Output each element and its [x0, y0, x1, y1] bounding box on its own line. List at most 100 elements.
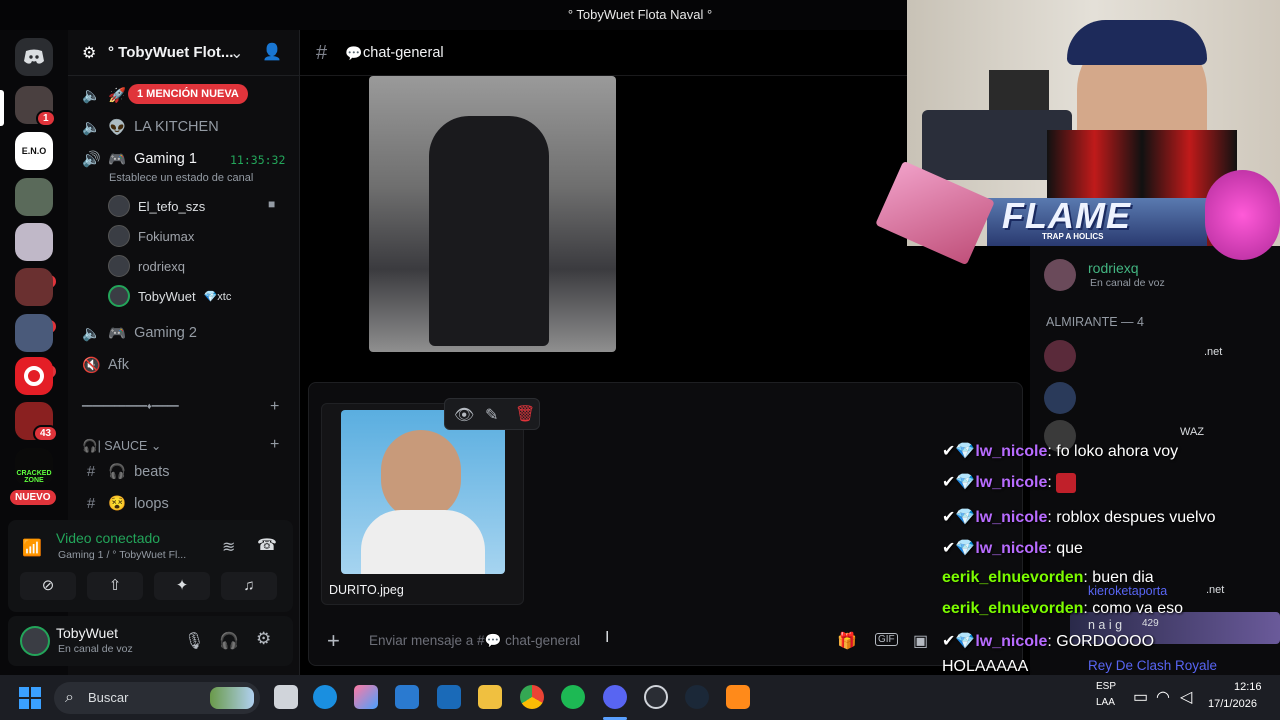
add-attachment-icon[interactable]: + [327, 628, 340, 654]
image-attachment[interactable] [369, 76, 616, 352]
avatar[interactable] [20, 626, 50, 656]
member-name[interactable]: Rey De Clash Royale [1088, 658, 1217, 673]
taskbar-search[interactable]: ⌕ Buscar [54, 682, 260, 714]
pending-attachment[interactable]: 👁 ✎ 🗑 DURITO.jpeg [321, 398, 540, 605]
eye-icon[interactable]: 👁 [454, 405, 474, 425]
avatar[interactable] [1044, 382, 1076, 414]
avatar[interactable] [1044, 259, 1076, 291]
gamepad-icon: 🎮 [108, 325, 127, 342]
pencil-icon[interactable]: ✎ [485, 405, 498, 425]
disconnect-icon[interactable]: ☎ [257, 535, 277, 555]
member-tag: WAZ [1180, 426, 1205, 438]
channel-gaming-1[interactable]: 🔊 🎮 Gaming 1 [82, 150, 197, 168]
keyboard-layout-label[interactable]: LAA [1096, 697, 1115, 708]
volume-icon[interactable]: ◁ [1180, 687, 1192, 707]
gamepad-icon: 🎮 [108, 151, 127, 168]
screen-share-button[interactable]: ⇧ [87, 572, 143, 600]
voice-user[interactable]: TobyWuet 💎xtc [108, 285, 231, 307]
channel-gaming-2[interactable]: 🔈 🎮 Gaming 2 [82, 324, 197, 342]
wifi-icon[interactable]: ◠ [1156, 687, 1170, 707]
channel-title: chat-general [363, 45, 444, 61]
invite-icon[interactable]: 👤 [262, 42, 282, 62]
obs-icon[interactable] [644, 685, 668, 709]
server-icon-4[interactable] [15, 223, 53, 261]
avatar[interactable] [1044, 420, 1076, 452]
server-icon-3[interactable] [15, 178, 53, 216]
chrome-icon[interactable] [520, 685, 544, 709]
member-count: 429 [1142, 618, 1159, 629]
category-sauce[interactable]: 🎧| SAUCE ⌄ [82, 438, 161, 454]
member-name[interactable]: kieroketaporta [1088, 584, 1167, 598]
hash-icon: # [86, 463, 96, 480]
member-tag: .net [1206, 584, 1225, 596]
channel-label: Gaming 1 [134, 151, 197, 167]
server-icon-5[interactable] [15, 268, 53, 306]
language-label[interactable]: ESP [1096, 681, 1116, 692]
clock-date[interactable]: 17/1/2026 [1208, 698, 1257, 710]
message-composer: 👁 ✎ 🗑 DURITO.jpeg + Enviar mensaje a #💬 … [308, 382, 1023, 666]
folder-icon[interactable] [478, 685, 502, 709]
server-badge: 1 [36, 110, 56, 127]
avatar [108, 225, 130, 247]
windows-start-icon[interactable] [19, 687, 41, 709]
server-icon-cracked-zone[interactable]: CRACKED ZONE [15, 448, 53, 486]
channel-afk[interactable]: 🔇 Afk [82, 356, 129, 374]
steam-icon[interactable] [685, 685, 709, 709]
discord-home-icon[interactable] [15, 38, 53, 76]
server-icon-opera[interactable] [15, 357, 53, 395]
member-section-title: ALMIRANTE — 4 [1046, 315, 1144, 329]
voice-user[interactable]: rodriexq [108, 255, 185, 277]
attachment-filename: DURITO.jpeg [329, 583, 404, 597]
camera-toggle-button[interactable]: ⊘ [20, 572, 76, 600]
voice-location[interactable]: Gaming 1 / ° TobyWuet Fl... [58, 549, 186, 561]
gear-icon[interactable]: ⚙ [256, 629, 271, 649]
monitor-icon[interactable]: ▭ [1133, 687, 1148, 707]
task-view-icon[interactable] [274, 685, 298, 709]
member-name[interactable]: rodriexq [1088, 260, 1139, 276]
outlook-icon[interactable] [437, 685, 461, 709]
voice-user[interactable]: El_tefo_szs [108, 195, 205, 217]
clock-time[interactable]: 12:16 [1234, 681, 1262, 693]
channel-loops[interactable]: # 😵 loops [82, 495, 169, 512]
gif-icon[interactable]: GIF [875, 633, 898, 646]
sticker-icon[interactable]: ▣ [913, 631, 928, 651]
avatar [108, 255, 130, 277]
microphone-icon[interactable]: 🎙 [184, 631, 204, 651]
activities-button[interactable]: ✦ [154, 572, 210, 600]
soundboard-button[interactable]: ♫ [221, 572, 277, 600]
discord-icon[interactable] [603, 685, 627, 709]
category-divider[interactable]: ━━━━━━━━━━━━♦━━━━━ [82, 401, 179, 412]
mention-banner[interactable]: 1 MENCIÓN NUEVA [128, 84, 248, 104]
headset-icon[interactable]: 🎧 [219, 631, 239, 651]
avatar[interactable] [1044, 340, 1076, 372]
add-channel-icon[interactable]: + [270, 398, 279, 416]
overlay-brand: FLAME [1002, 195, 1131, 236]
add-channel-icon[interactable]: + [270, 436, 279, 454]
channel-status-hint[interactable]: Establece un estado de canal [109, 172, 253, 184]
voice-user[interactable]: Fokiumax [108, 225, 194, 247]
copilot-icon[interactable] [354, 685, 378, 709]
voice-user-name: Fokiumax [138, 228, 195, 244]
server-settings-icon: ⚙ [82, 45, 97, 62]
voice-user-tag: xtc [217, 290, 232, 303]
server-icon-6[interactable] [15, 314, 53, 352]
spotify-icon[interactable] [561, 685, 585, 709]
store-icon[interactable] [395, 685, 419, 709]
member-status: En canal de voz [1090, 277, 1165, 289]
gift-icon[interactable]: 🎁 [837, 631, 857, 651]
buddha-sticker [1205, 170, 1280, 260]
photo-subject [381, 430, 461, 520]
server-header[interactable]: ⚙ ° TobyWuet Flot... ⌄ 👤 [68, 30, 300, 76]
noise-suppression-icon[interactable]: ≋ [222, 537, 235, 557]
server-icon-eno[interactable]: E.N.O [15, 132, 53, 170]
search-label: Buscar [88, 690, 129, 705]
channel-la-kitchen[interactable]: 🔈 👽 LA KITCHEN [82, 118, 219, 136]
edge-icon[interactable] [313, 685, 337, 709]
message-input[interactable]: Enviar mensaje a #💬 chat-general [369, 633, 580, 649]
fl-studio-icon[interactable] [726, 685, 750, 709]
channel-beats[interactable]: # 🎧 beats [82, 463, 170, 480]
member-name[interactable]: n a i g [1088, 618, 1122, 632]
channel-mention[interactable]: 🔈 🚀 [82, 86, 126, 104]
user-status: En canal de voz [58, 643, 133, 655]
trash-icon[interactable]: 🗑 [515, 404, 535, 424]
